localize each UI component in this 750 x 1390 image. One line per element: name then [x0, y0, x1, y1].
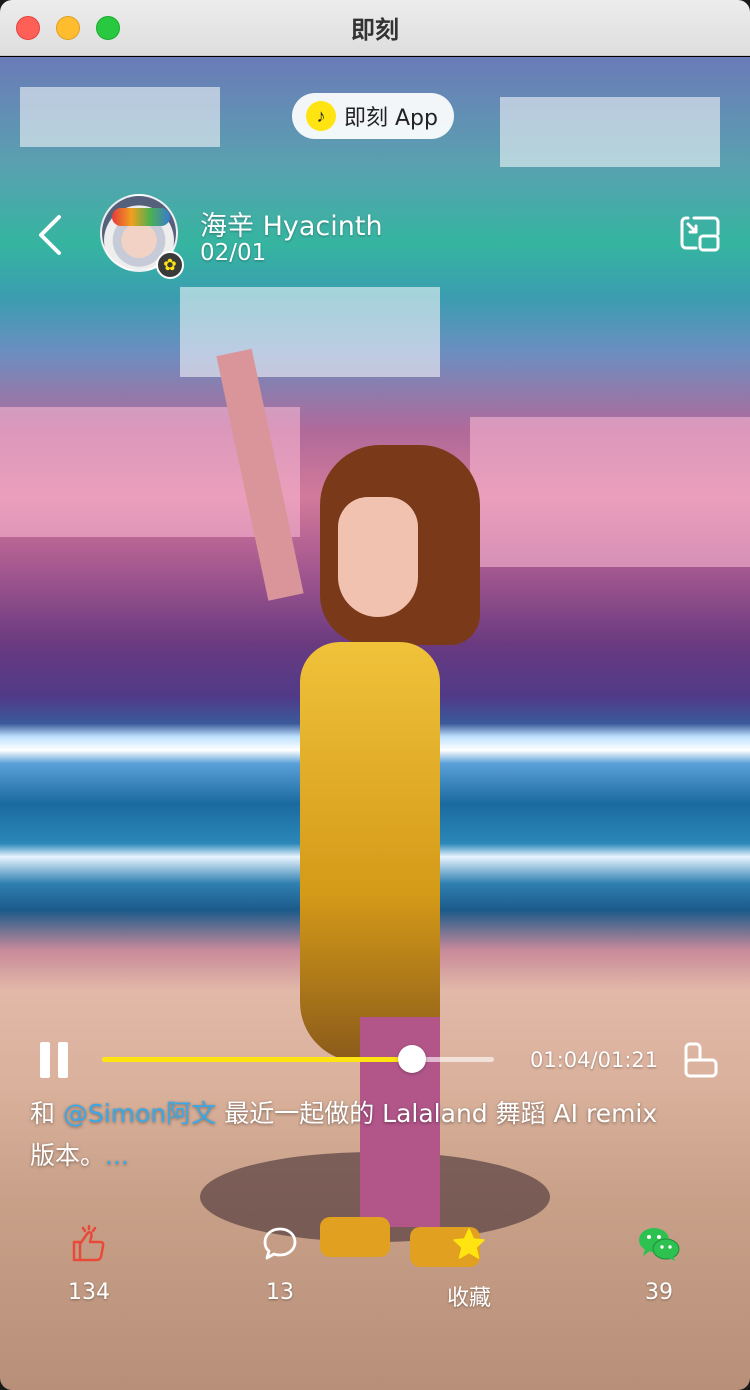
zoom-window-button[interactable] — [96, 16, 120, 40]
app-window: 即刻 ♪ 即刻 App ✿ 海辛 Hyacinth 02/01 01:04/01… — [0, 0, 750, 1390]
pause-icon — [40, 1042, 50, 1078]
comment-count: 13 — [266, 1280, 294, 1305]
app-badge-label: 即刻 App — [344, 106, 438, 131]
avatar-helmet-stripe — [112, 208, 170, 226]
title-bar: 即刻 — [0, 0, 750, 56]
share-count: 39 — [645, 1280, 673, 1305]
picture-in-picture-icon — [680, 216, 720, 252]
username[interactable]: 海辛 Hyacinth — [200, 204, 383, 243]
open-in-app-badge[interactable]: ♪ 即刻 App — [292, 93, 454, 139]
collect-button[interactable]: 收藏 — [414, 1222, 524, 1312]
chevron-left-icon — [39, 215, 61, 255]
back-button[interactable] — [32, 212, 68, 258]
jike-logo-icon: ♪ — [306, 101, 336, 131]
rotate-screen-button[interactable] — [680, 1040, 720, 1080]
picture-in-picture-button[interactable] — [678, 214, 722, 254]
window-title: 即刻 — [351, 16, 399, 44]
scene-cloud — [470, 417, 750, 567]
rotate-screen-icon — [684, 1042, 718, 1078]
dancer-figure — [338, 497, 418, 617]
pause-icon — [58, 1042, 68, 1078]
scene-cloud — [500, 97, 720, 167]
progress-fill — [102, 1057, 412, 1062]
mention-link[interactable]: @Simon阿文 — [63, 1099, 216, 1128]
collect-label: 收藏 — [446, 1286, 491, 1311]
progress-thumb[interactable] — [397, 1045, 426, 1073]
post-date: 02/01 — [200, 240, 267, 266]
share-wechat-button[interactable]: 39 — [604, 1222, 714, 1305]
wechat-icon — [637, 1222, 681, 1266]
dancer-figure — [300, 642, 440, 1062]
verified-badge-icon: ✿ — [156, 251, 184, 279]
caption-prefix: 和 — [30, 1099, 63, 1128]
minimize-window-button[interactable] — [56, 16, 80, 40]
expand-caption-link[interactable]: ... — [105, 1141, 129, 1170]
thumbs-up-icon — [67, 1222, 111, 1266]
like-button[interactable]: 134 — [34, 1222, 144, 1305]
pause-button[interactable] — [40, 1042, 70, 1078]
like-count: 134 — [68, 1280, 110, 1305]
post-caption: 和 @Simon阿文 最近一起做的 Lalaland 舞蹈 AI remix 版… — [30, 1093, 690, 1177]
progress-slider[interactable] — [102, 1045, 494, 1073]
scene-cloud — [20, 87, 220, 147]
comment-button[interactable]: 13 — [225, 1222, 335, 1305]
star-icon — [447, 1222, 491, 1266]
comment-bubble-icon — [258, 1222, 302, 1266]
playback-time: 01:04/01:21 — [530, 1048, 659, 1072]
close-window-button[interactable] — [16, 16, 40, 40]
